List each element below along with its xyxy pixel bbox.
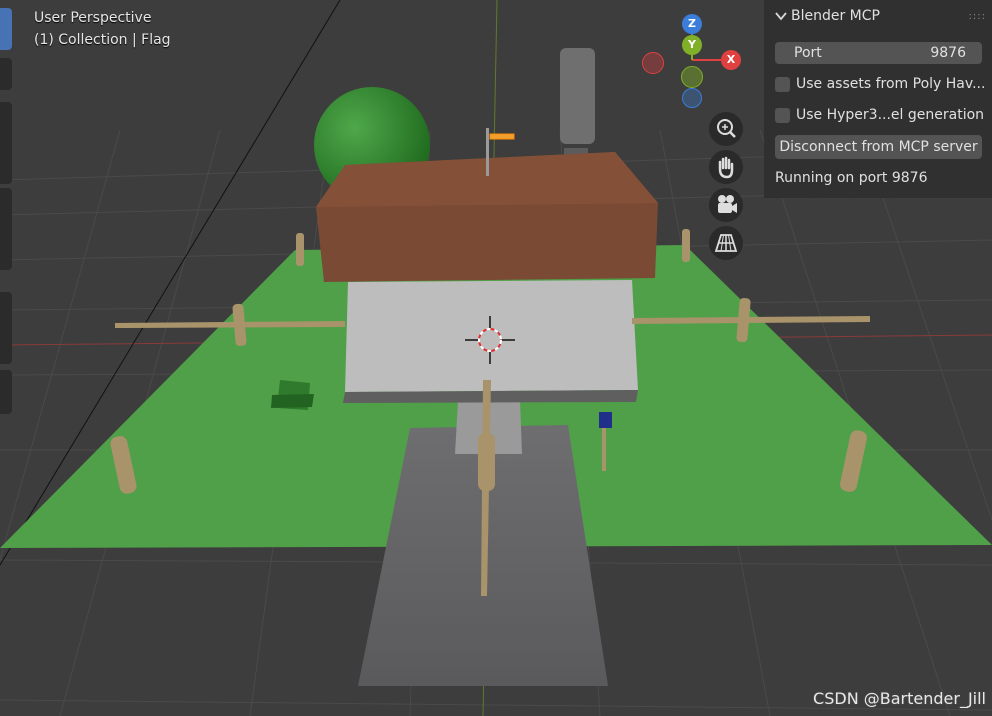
hyper3d-option[interactable]: Use Hyper3...el generation xyxy=(775,105,985,127)
blender-mcp-panel: Blender MCP :::: Port 9876 Use assets fr… xyxy=(764,0,992,198)
z-axis-label: Z xyxy=(688,17,696,30)
server-status-text: Running on port 9876 xyxy=(775,170,928,186)
zoom-icon xyxy=(717,119,736,138)
drag-grip-icon[interactable]: :::: xyxy=(969,11,986,22)
tool-cursor[interactable] xyxy=(0,58,12,90)
port-label: Port xyxy=(794,45,822,61)
x-axis-label: X xyxy=(726,53,736,66)
port-value: 9876 xyxy=(930,45,966,61)
house-walls[interactable] xyxy=(345,280,638,392)
perspective-toggle-button[interactable] xyxy=(709,226,743,260)
tool-select-box[interactable] xyxy=(0,8,12,50)
y-axis-label: Y xyxy=(688,38,696,51)
port-number-field[interactable]: Port 9876 xyxy=(775,42,982,64)
view-mode-label: User Perspective xyxy=(34,10,152,26)
neg-z-axis-ball[interactable] xyxy=(682,88,702,108)
grid-perspective-icon xyxy=(714,234,738,252)
poly-haven-checkbox[interactable] xyxy=(775,77,790,92)
neg-y-axis-ball[interactable] xyxy=(681,66,703,88)
tool-transform[interactable] xyxy=(0,188,12,270)
hyper3d-checkbox[interactable] xyxy=(775,108,790,123)
panel-header[interactable]: Blender MCP :::: xyxy=(764,0,992,32)
chimney[interactable] xyxy=(560,48,595,144)
left-toolbar xyxy=(0,0,14,716)
camera-icon xyxy=(718,195,737,213)
tool-annotate[interactable] xyxy=(0,292,12,364)
collection-object-label: (1) Collection | Flag xyxy=(34,32,171,48)
zoom-button[interactable] xyxy=(709,112,743,146)
tool-measure[interactable] xyxy=(0,370,12,414)
tool-move[interactable] xyxy=(0,102,12,184)
flag-selected[interactable] xyxy=(489,133,515,140)
pan-button[interactable] xyxy=(709,150,743,184)
poly-haven-label: Use assets from Poly Hav... xyxy=(796,76,986,92)
watermark: CSDN @Bartender_Jill xyxy=(813,689,986,708)
flag-pole[interactable] xyxy=(486,128,489,176)
mailbox[interactable] xyxy=(599,412,612,428)
pan-hand-icon xyxy=(718,156,734,179)
panel-title: Blender MCP xyxy=(791,8,880,24)
hyper3d-label: Use Hyper3...el generation xyxy=(796,107,985,123)
disconnect-button[interactable]: Disconnect from MCP server xyxy=(775,135,982,159)
chevron-down-icon[interactable] xyxy=(774,9,788,23)
camera-view-button[interactable] xyxy=(709,188,743,222)
poly-haven-option[interactable]: Use assets from Poly Hav... xyxy=(775,74,985,96)
